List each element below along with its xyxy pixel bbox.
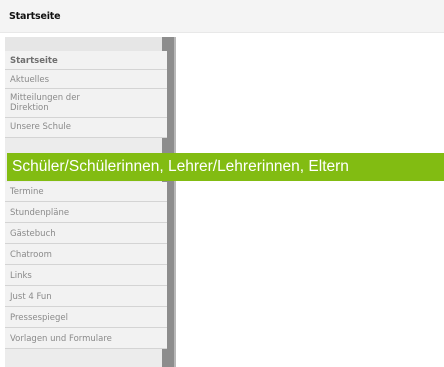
nav-item-label: Chatroom xyxy=(10,250,52,260)
nav-item-gaestebuch[interactable]: Gästebuch xyxy=(5,223,167,244)
nav-item-unsere-schule[interactable]: Unsere Schule xyxy=(5,118,167,138)
nav-item-label: Termine xyxy=(10,187,44,197)
nav-item-label: Pressespiegel xyxy=(10,313,69,323)
nav-item-links[interactable]: Links xyxy=(5,265,167,286)
nav-item-chatroom[interactable]: Chatroom xyxy=(5,244,167,265)
nav-item-pressespiegel[interactable]: Pressespiegel xyxy=(5,307,167,328)
nav-item-aktuelles[interactable]: Aktuelles xyxy=(5,70,167,89)
nav-item-just-4-fun[interactable]: Just 4 Fun xyxy=(5,286,167,307)
nav-item-vorlagen-und-formulare[interactable]: Vorlagen und Formulare xyxy=(5,328,167,349)
sidebar-rail-shadow xyxy=(174,37,176,367)
nav-item-termine[interactable]: Termine xyxy=(5,182,167,202)
nav-item-label: Links xyxy=(10,271,32,281)
nav-item-label: Stundenpläne xyxy=(10,208,70,218)
nav-item-mitteilungen-der-direktion[interactable]: Mitteilungen der Direktion xyxy=(5,89,167,118)
nav-item-startseite[interactable]: Startseite xyxy=(5,51,167,70)
nav-item-stundenplaene[interactable]: Stundenpläne xyxy=(5,202,167,223)
page-title: Startseite xyxy=(9,11,61,22)
submenu-tooltip[interactable]: Schüler/Schülerinnen, Lehrer/Lehrerinnen… xyxy=(7,153,444,181)
nav-item-label: Aktuelles xyxy=(10,75,50,85)
nav-item-label: Mitteilungen der Direktion xyxy=(10,93,80,113)
nav-item-label: Startseite xyxy=(10,56,58,66)
nav-item-label: Just 4 Fun xyxy=(10,292,52,302)
nav-item-label: Unsere Schule xyxy=(10,122,71,132)
nav-item-label: Vorlagen und Formulare xyxy=(10,334,112,344)
sidebar-top-band xyxy=(5,37,167,51)
page-header: Startseite xyxy=(0,0,444,33)
nav-item-label: Gästebuch xyxy=(10,229,56,239)
